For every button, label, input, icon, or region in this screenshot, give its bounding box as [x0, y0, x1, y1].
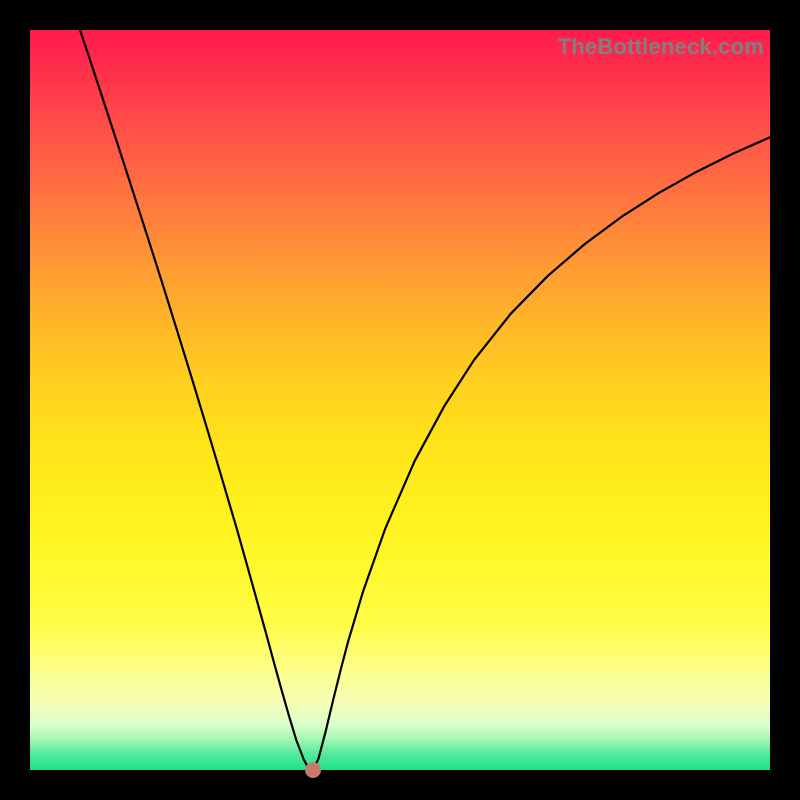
plot-area: TheBottleneck.com [30, 30, 770, 770]
chart-container: TheBottleneck.com [0, 0, 800, 800]
optimum-marker [305, 762, 321, 778]
bottleneck-curve [30, 30, 770, 770]
